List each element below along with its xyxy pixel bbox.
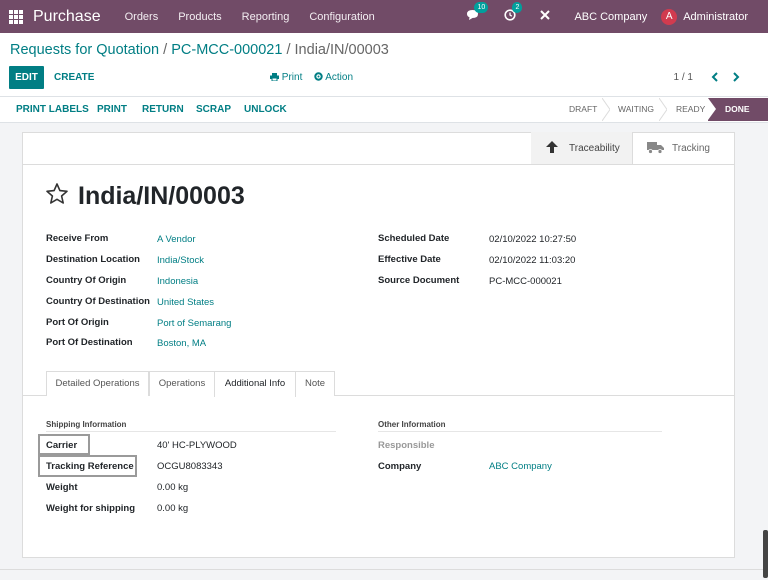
activities-count-badge: 2 xyxy=(512,2,523,13)
menu-reporting[interactable]: Reporting xyxy=(242,11,290,23)
pager-previous-button[interactable] xyxy=(711,71,719,83)
breadcrumb-current: India/IN/00003 xyxy=(294,42,389,58)
tab-operations[interactable]: Operations xyxy=(149,371,215,396)
stage-done: DONE xyxy=(708,98,768,121)
source-document-label: Source Document xyxy=(378,275,460,286)
stage-draft: DRAFT xyxy=(569,104,598,114)
tab-additional-info[interactable]: Additional Info xyxy=(214,371,296,397)
pager-next-button[interactable] xyxy=(732,71,740,83)
footer-divider xyxy=(0,569,768,570)
destination-location-value[interactable]: India/Stock xyxy=(157,255,204,266)
weight-label: Weight xyxy=(46,482,78,493)
menu-products[interactable]: Products xyxy=(178,11,221,23)
country-of-destination-value[interactable]: United States xyxy=(157,297,214,308)
country-of-destination-label: Country Of Destination xyxy=(46,296,150,307)
print-label: Print xyxy=(281,72,303,83)
destination-location-label: Destination Location xyxy=(46,254,140,265)
scheduled-date-label: Scheduled Date xyxy=(378,233,450,244)
other-information-title: Other Information xyxy=(378,420,446,429)
stage-chevron-icon xyxy=(602,98,610,121)
messages-button[interactable]: 10 xyxy=(466,2,489,24)
breadcrumb-separator: / xyxy=(282,42,295,58)
breadcrumb-separator: / xyxy=(159,42,172,58)
tab-note[interactable]: Note xyxy=(295,371,335,396)
action-label: Action xyxy=(325,72,354,83)
scrollbar-thumb[interactable] xyxy=(763,530,768,578)
star-icon[interactable] xyxy=(45,182,69,206)
port-of-origin-value[interactable]: Port of Semarang xyxy=(157,318,231,329)
edit-button[interactable]: EDIT xyxy=(9,66,44,89)
tab-detailed-operations[interactable]: Detailed Operations xyxy=(46,371,149,396)
breadcrumb-order[interactable]: PC-MCC-000021 xyxy=(171,42,282,58)
gear-icon xyxy=(314,72,323,81)
port-of-origin-label: Port Of Origin xyxy=(46,317,109,328)
traceability-label: Traceability xyxy=(569,143,620,154)
app-brand[interactable]: Purchase xyxy=(33,8,101,26)
weight-for-shipping-value: 0.00 kg xyxy=(157,503,189,514)
effective-date-label: Effective Date xyxy=(378,254,441,265)
country-of-origin-label: Country Of Origin xyxy=(46,275,127,286)
unlock-button[interactable]: UNLOCK xyxy=(244,98,287,121)
toolbar-divider xyxy=(0,96,768,97)
smart-buttons-divider xyxy=(23,164,734,165)
port-of-destination-value[interactable]: Boston, MA xyxy=(157,338,206,349)
tools-icon xyxy=(540,10,551,20)
stage-chevron-icon xyxy=(659,98,667,121)
stage-ready: READY xyxy=(676,104,706,114)
menu-orders[interactable]: Orders xyxy=(125,11,159,23)
chevron-left-icon xyxy=(711,72,718,82)
tracking-button[interactable]: Tracking xyxy=(634,132,735,165)
company-value[interactable]: ABC Company xyxy=(489,461,552,472)
apps-menu-icon[interactable] xyxy=(9,9,23,24)
debug-tools-button[interactable] xyxy=(539,9,551,24)
source-document-value: PC-MCC-000021 xyxy=(489,276,562,287)
tracking-reference-highlight-box xyxy=(38,455,137,477)
receive-from-label: Receive From xyxy=(46,233,109,244)
record-title: India/IN/00003 xyxy=(78,182,245,210)
tracking-reference-value: OCGU8083343 xyxy=(157,461,223,472)
return-button[interactable]: RETURN xyxy=(142,98,184,121)
print-labels-button[interactable]: PRINT LABELS xyxy=(16,98,89,121)
stage-waiting: WAITING xyxy=(618,104,655,114)
responsible-label: Responsible xyxy=(378,440,435,451)
effective-date-value: 02/10/2022 11:03:20 xyxy=(489,255,576,266)
truck-icon xyxy=(642,141,668,157)
weight-value: 0.00 kg xyxy=(157,482,189,493)
other-section-line xyxy=(378,431,662,432)
carrier-value: 40' HC-PLYWOOD xyxy=(157,440,237,451)
breadcrumb-rfq[interactable]: Requests for Quotation xyxy=(10,42,159,58)
receive-from-value[interactable]: A Vendor xyxy=(157,234,196,245)
shipping-information-title: Shipping Information xyxy=(46,420,127,429)
pager-value[interactable]: 1 / 1 xyxy=(674,66,693,89)
top-navbar: Purchase Orders Products Reporting Confi… xyxy=(0,0,768,33)
create-button[interactable]: CREATE xyxy=(54,66,94,89)
scrap-button[interactable]: SCRAP xyxy=(196,98,231,121)
scheduled-date-value: 02/10/2022 10:27:50 xyxy=(489,234,577,245)
weight-for-shipping-label: Weight for shipping xyxy=(46,503,136,514)
tracking-label: Tracking xyxy=(672,143,710,154)
shipping-section-line xyxy=(46,431,336,432)
company-label: Company xyxy=(378,461,422,472)
arrow-up-icon xyxy=(539,140,565,157)
action-dropdown[interactable]: Action xyxy=(314,66,353,89)
print-dropdown[interactable]: Print xyxy=(270,66,302,89)
traceability-button[interactable]: Traceability xyxy=(531,132,633,165)
print-button[interactable]: PRINT xyxy=(97,98,127,121)
menu-configuration[interactable]: Configuration xyxy=(309,11,374,23)
messages-count-badge: 10 xyxy=(474,2,489,13)
carrier-highlight-box xyxy=(38,434,90,455)
company-switcher[interactable]: ABC Company xyxy=(574,11,647,23)
breadcrumb: Requests for Quotation / PC-MCC-000021 /… xyxy=(10,42,389,58)
printer-icon xyxy=(270,73,279,82)
user-menu[interactable]: Administrator xyxy=(683,11,748,23)
chevron-right-icon xyxy=(733,72,740,82)
port-of-destination-label: Port Of Destination xyxy=(46,337,133,348)
activities-button[interactable]: 2 xyxy=(504,2,523,24)
country-of-origin-value[interactable]: Indonesia xyxy=(157,276,198,287)
user-avatar[interactable]: A xyxy=(661,8,678,25)
